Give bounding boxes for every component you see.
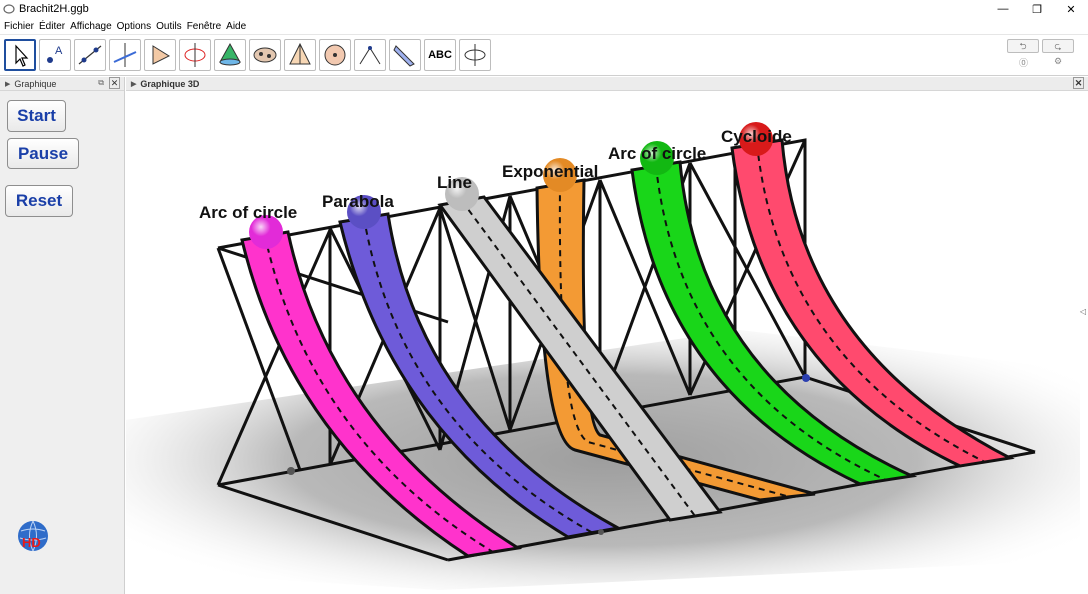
graphics-panel-header: ▶ Graphique ⧉ ✕ — [0, 77, 124, 91]
reset-button[interactable]: Reset — [5, 185, 73, 217]
line-tool-button[interactable] — [74, 39, 106, 71]
circle-icon — [184, 43, 206, 67]
graphics-3d-title: Graphique 3D — [140, 78, 200, 89]
graphics-panel-title: Graphique — [14, 78, 57, 89]
label-arc-of-circle-2: Arc of circle — [608, 144, 706, 163]
title-bar: Brachit2H.ggb — ❐ ✕ — [0, 0, 1088, 18]
geogebra-app-icon — [3, 4, 15, 14]
rotate-3d-icon — [464, 44, 486, 66]
redo-button[interactable]: ⮎ — [1042, 39, 1074, 53]
perpendicular-tool-button[interactable] — [109, 39, 141, 71]
label-line: Line — [437, 173, 472, 192]
point-marker-2 — [802, 374, 810, 382]
undock-icon[interactable]: ⧉ — [98, 78, 104, 88]
point-icon: A — [47, 45, 63, 63]
angle-icon — [359, 46, 381, 65]
settings-gear-icon[interactable]: ⚙ — [1054, 56, 1062, 67]
collapse-3d-triangle-icon[interactable]: ▶ — [131, 80, 136, 88]
menu-editer[interactable]: Éditer — [39, 21, 65, 32]
close-panel-icon[interactable]: ✕ — [109, 77, 120, 89]
sphere-icon — [324, 44, 346, 66]
graphics-panel: ▶ Graphique ⧉ ✕ Start Pause Reset HD — [0, 77, 125, 594]
point-tool-button[interactable]: A — [39, 39, 71, 71]
point-marker-1 — [287, 467, 295, 475]
perpendicular-icon — [113, 43, 137, 67]
menu-outils[interactable]: Outils — [156, 21, 182, 32]
menu-options[interactable]: Options — [117, 21, 151, 32]
cone-icon — [219, 42, 241, 66]
svg-text:A: A — [55, 45, 63, 57]
start-button[interactable]: Start — [7, 100, 66, 132]
undo-button[interactable]: ⮌ — [1007, 39, 1039, 53]
menu-fenetre[interactable]: Fenêtre — [187, 21, 221, 32]
label-exponential: Exponential — [502, 162, 598, 181]
polygon-tool-button[interactable] — [144, 39, 176, 71]
rotate-view-tool-button[interactable] — [459, 39, 491, 71]
window-title: Brachit2H.ggb — [19, 3, 89, 15]
globe-logo-icon: HD — [18, 520, 48, 552]
net-icon — [253, 47, 277, 63]
minimize-button[interactable]: — — [986, 0, 1020, 18]
pause-button[interactable]: Pause — [7, 138, 79, 169]
circle-tool-button[interactable] — [179, 39, 211, 71]
sphere-tool-button[interactable] — [319, 39, 351, 71]
close-button[interactable]: ✕ — [1054, 0, 1088, 18]
reflect-tool-button[interactable] — [389, 39, 421, 71]
toolbar: A ABC ⮌ ⮎ ⓪ ⚙ — [0, 36, 1088, 76]
side-panel-toggle-icon[interactable]: ◁ — [1080, 307, 1086, 316]
3d-scene[interactable]: Arc of circle Parabola Line Exponential … — [126, 91, 1088, 594]
graphics-3d-panel: ▶ Graphique 3D ✕ Arc of circle Parabola … — [126, 77, 1088, 594]
cursor-arrow-icon — [15, 44, 29, 67]
close-3d-panel-icon[interactable]: ✕ — [1073, 77, 1084, 89]
label-arc-of-circle-1: Arc of circle — [199, 203, 297, 222]
text-tool-button[interactable]: ABC — [424, 39, 456, 71]
help-icon[interactable]: ⓪ — [1019, 56, 1028, 69]
pyramid-tool-button[interactable] — [284, 39, 316, 71]
maximize-button[interactable]: ❐ — [1020, 0, 1054, 18]
menu-affichage[interactable]: Affichage — [70, 21, 112, 32]
polygon-icon — [152, 45, 171, 65]
label-cycloide: Cycloide — [721, 127, 792, 146]
cone-tool-button[interactable] — [214, 39, 246, 71]
menu-aide[interactable]: Aide — [226, 21, 246, 32]
point-marker-3 — [598, 529, 604, 535]
net-tool-button[interactable] — [249, 39, 281, 71]
move-tool-button[interactable] — [4, 39, 36, 71]
menu-fichier[interactable]: Fichier — [4, 21, 34, 32]
reflect-icon — [393, 45, 415, 67]
line-icon — [78, 45, 102, 65]
label-parabola: Parabola — [322, 192, 394, 211]
collapse-triangle-icon[interactable]: ▶ — [5, 80, 10, 88]
svg-text:HD: HD — [22, 535, 41, 550]
graphics-3d-header: ▶ Graphique 3D ✕ — [126, 77, 1088, 91]
pyramid-icon — [289, 42, 311, 65]
angle-tool-button[interactable] — [354, 39, 386, 71]
menu-bar: Fichier Éditer Affichage Options Outils … — [0, 18, 1088, 35]
